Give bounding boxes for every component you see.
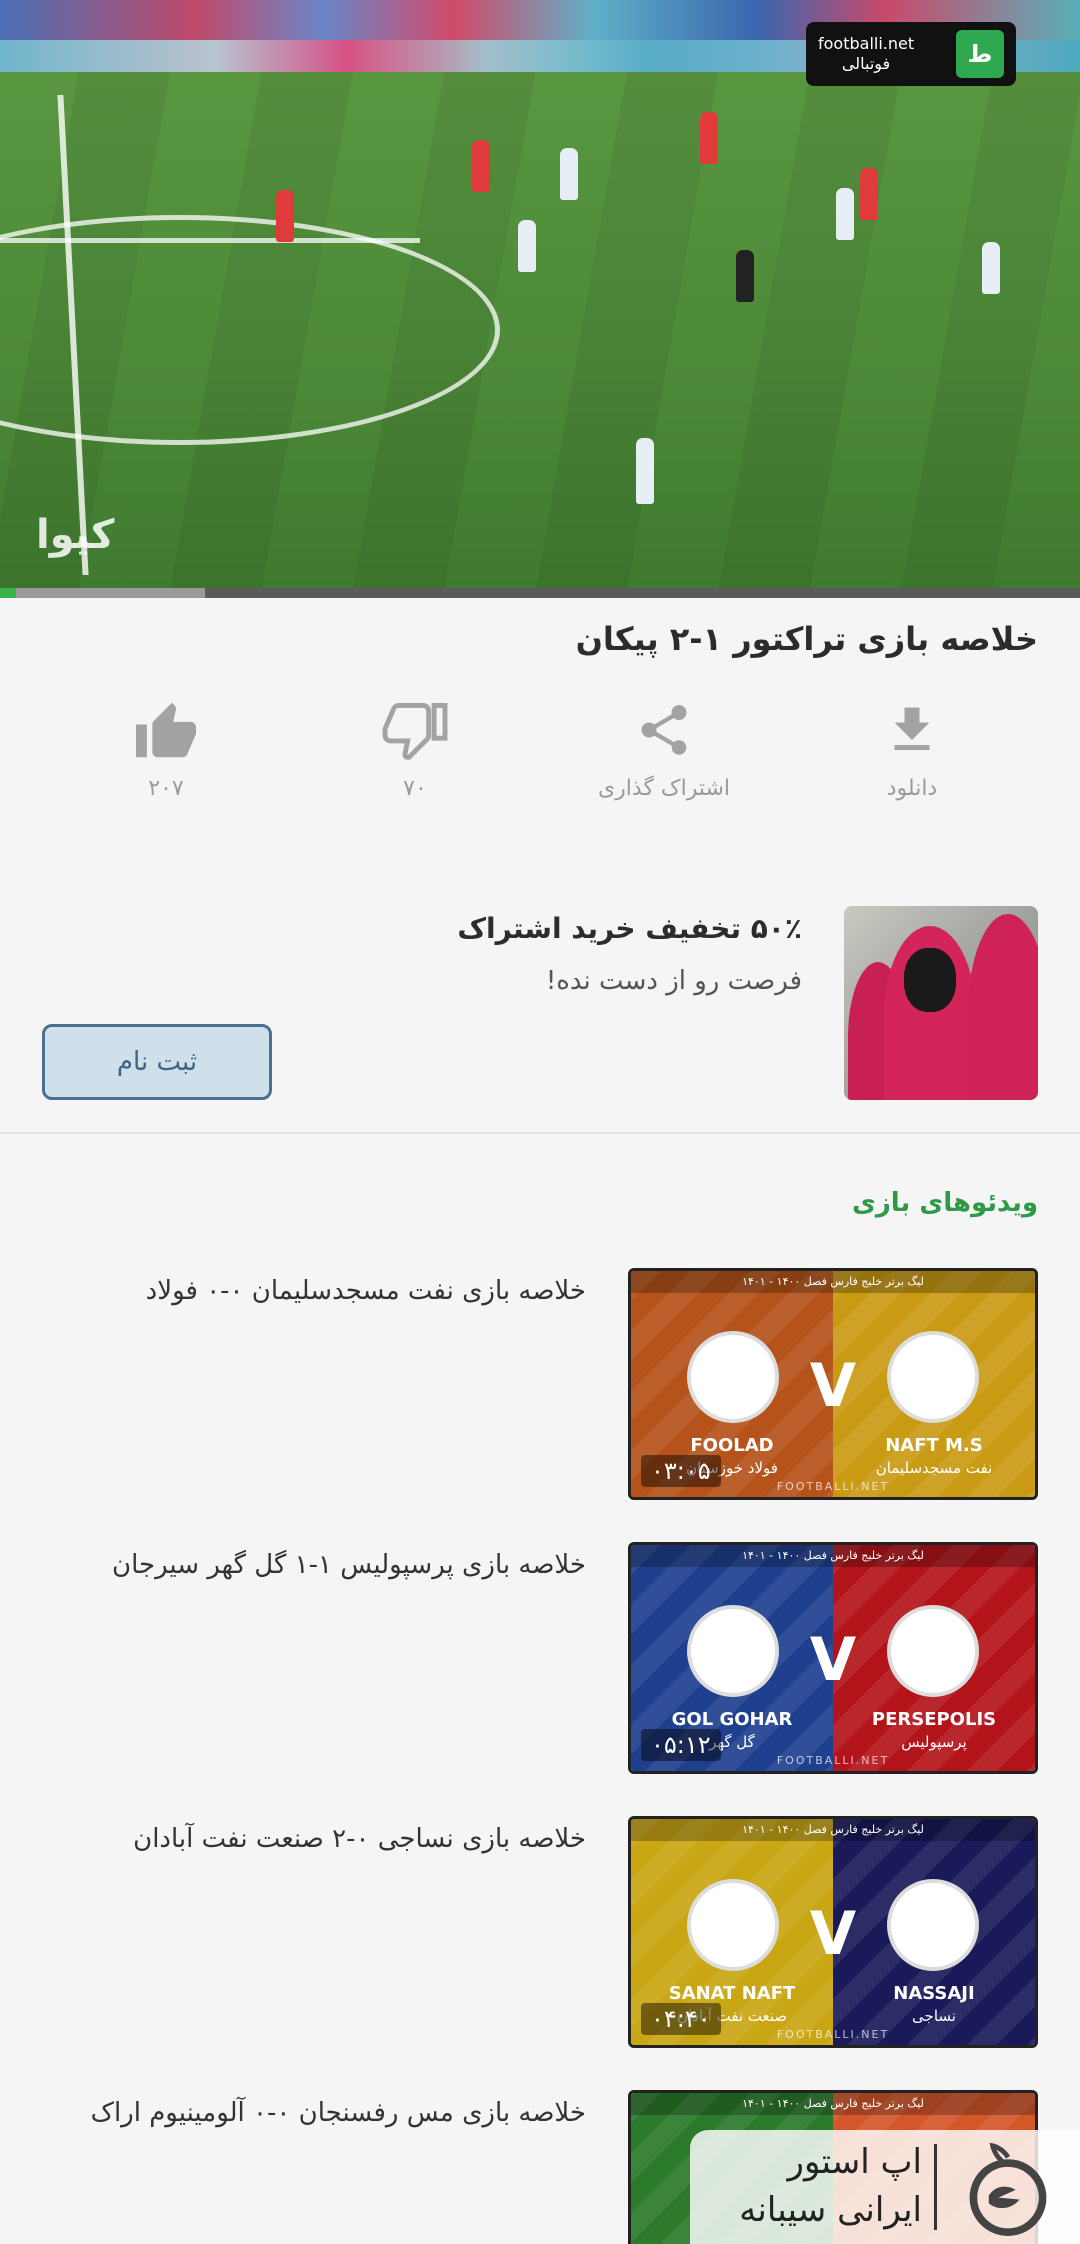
footballer [860, 168, 878, 220]
footballer [636, 438, 654, 504]
vs-label: V [809, 1351, 857, 1421]
league-banner: لیگ برتر خلیج فارس فصل ۱۴۰۰ - ۱۴۰۱ [631, 1271, 1035, 1293]
video-duration: ۰۵:۱۲ [641, 1729, 721, 1761]
footballer [472, 140, 490, 192]
thumbs-down-icon [382, 703, 448, 760]
related-video-title[interactable]: خلاصه بازی نساجی ۰-۲ صنعت نفت آبادان [26, 1824, 586, 1854]
team-name-en: NASSAJI [893, 1983, 975, 2004]
related-video-item[interactable]: لیگ برتر خلیج فارس فصل ۱۴۰۰ - ۱۴۰۱ V GOL… [0, 1542, 1080, 1774]
video-thumbnail[interactable]: لیگ برتر خلیج فارس فصل ۱۴۰۰ - ۱۴۰۱ V SAN… [628, 1816, 1038, 2048]
league-banner: لیگ برتر خلیج فارس فصل ۱۴۰۰ - ۱۴۰۱ [631, 1819, 1035, 1841]
vs-label: V [809, 1899, 857, 1969]
footballer [836, 188, 854, 240]
team-name-fa: پرسپولیس [901, 1733, 967, 1751]
vs-label: V [809, 1625, 857, 1695]
video-thumbnail[interactable]: لیگ برتر خلیج فارس فصل ۱۴۰۰ - ۱۴۰۱ V GOL… [628, 1542, 1038, 1774]
promo-mask [904, 948, 956, 1012]
share-label: اشتراک گذاری [597, 776, 731, 801]
team-name-en: GOL GOHAR [671, 1709, 793, 1730]
league-banner: لیگ برتر خلیج فارس فصل ۱۴۰۰ - ۱۴۰۱ [631, 2093, 1035, 2115]
dislike-count: ۷۰ [403, 776, 427, 801]
video-title: خلاصه بازی تراکتور ۱-۲ پیکان [575, 620, 1038, 658]
progress-played [0, 588, 17, 598]
footballer [700, 112, 718, 164]
share-button[interactable]: اشتراک گذاری [564, 700, 764, 801]
app-store-text: اپ استور ایرانی سیبانه [739, 2142, 922, 2230]
team-name-fa: نساجی [912, 2007, 956, 2025]
footballer [276, 190, 294, 242]
video-duration: ۰۴:۴۰ [641, 2003, 721, 2035]
team-name-en: SANAT NAFT [668, 1983, 796, 2004]
related-video-title[interactable]: خلاصه بازی نفت مسجدسلیمان ۰-۰ فولاد [26, 1276, 586, 1306]
footballer [982, 242, 1000, 294]
league-banner: لیگ برتر خلیج فارس فصل ۱۴۰۰ - ۱۴۰۱ [631, 1545, 1035, 1567]
broadcaster-icon: ط [956, 30, 1004, 78]
banner-separator [934, 2144, 937, 2230]
broadcaster-url: footballi.net [818, 34, 915, 53]
video-duration: ۰۳:۰۵ [641, 1455, 721, 1487]
footballer [736, 250, 754, 302]
like-button[interactable]: ۲۰۷ [66, 700, 266, 801]
channel-watermark: کیوا [36, 512, 115, 558]
download-label: دانلود [886, 776, 938, 801]
team-crest [887, 1605, 979, 1697]
promo-image [844, 906, 1038, 1100]
dislike-button[interactable]: ۷۰ [315, 700, 515, 801]
team-crest [687, 1879, 779, 1971]
like-count: ۲۰۷ [148, 776, 184, 801]
progress-buffered [0, 588, 206, 598]
divider [0, 1132, 1080, 1134]
section-title: ویدئوهای بازی [852, 1188, 1038, 1218]
team-crest [887, 1331, 979, 1423]
share-icon [641, 705, 687, 755]
promo-figure [968, 914, 1038, 1100]
related-video-item[interactable]: لیگ برتر خلیج فارس فصل ۱۴۰۰ - ۱۴۰۱ V SAN… [0, 1816, 1080, 2048]
team-name-en: NAFT M.S [885, 1435, 983, 1456]
download-button[interactable]: دانلود [812, 700, 1012, 801]
team-crest [687, 1605, 779, 1697]
footballer [560, 148, 578, 200]
download-icon [894, 707, 930, 750]
broadcaster-logo: footballi.net فوتبالی ط [806, 22, 1016, 86]
team-crest [887, 1879, 979, 1971]
app-store-banner[interactable]: اپ استور ایرانی سیبانه [690, 2130, 1080, 2244]
sibche-apple-icon [969, 2142, 1047, 2236]
thumbs-up-icon [136, 702, 196, 758]
promo-title: ۵۰٪ تخفیف خرید اشتراک [457, 912, 802, 945]
team-name-en: FOOLAD [690, 1435, 774, 1456]
broadcaster-name: فوتبالی [841, 54, 891, 73]
signup-button[interactable]: ثبت نام [42, 1024, 272, 1100]
related-video-title[interactable]: خلاصه بازی مس رفسنجان ۰-۰ آلومینیوم اراک [26, 2098, 586, 2128]
video-progress-bar[interactable] [0, 588, 1080, 598]
footballer [518, 220, 536, 272]
team-name-fa: نفت مسجدسلیمان [875, 1459, 993, 1477]
promo-subtitle: فرصت رو از دست نده! [545, 966, 802, 996]
team-name-en: PERSEPOLIS [871, 1709, 997, 1730]
related-video-title[interactable]: خلاصه بازی پرسپولیس ۱-۱ گل گهر سیرجان [26, 1550, 586, 1580]
video-thumbnail[interactable]: لیگ برتر خلیج فارس فصل ۱۴۰۰ - ۱۴۰۱ V FOO… [628, 1268, 1038, 1500]
related-video-item[interactable]: لیگ برتر خلیج فارس فصل ۱۴۰۰ - ۱۴۰۱ V FOO… [0, 1268, 1080, 1500]
subscription-promo: ۵۰٪ تخفیف خرید اشتراک فرصت رو از دست نده… [0, 880, 1080, 1130]
video-player[interactable]: footballi.net فوتبالی ط کیوا [0, 0, 1080, 588]
action-bar: ۲۰۷ ۷۰ اشتراک گذاری دانلود [0, 700, 1080, 840]
team-crest [687, 1331, 779, 1423]
